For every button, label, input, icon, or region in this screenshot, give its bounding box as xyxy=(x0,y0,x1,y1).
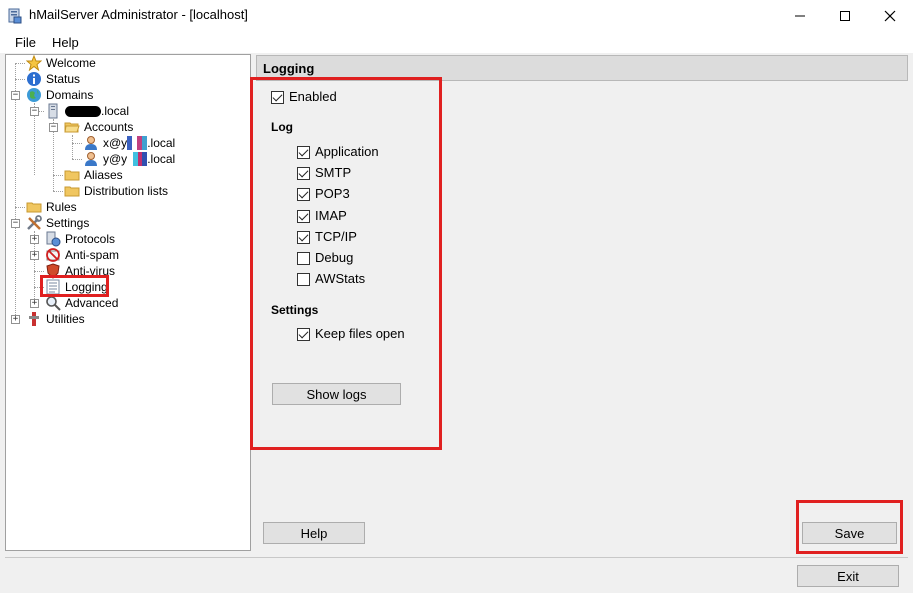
panel-title: Logging xyxy=(263,61,315,76)
toolbox-icon xyxy=(29,312,39,326)
tree-label-status: Status xyxy=(46,72,81,86)
account-y-prefix: y@y xyxy=(103,152,128,166)
tree-item-account-y[interactable]: y@y .local xyxy=(83,151,175,167)
minimize-button[interactable] xyxy=(777,0,823,31)
protocols-icon xyxy=(46,231,61,247)
tree-label-advanced: Advanced xyxy=(65,296,119,310)
expander-domain[interactable]: − xyxy=(30,107,39,116)
tree-label-welcome: Welcome xyxy=(46,56,96,70)
account-y-suffix: .local xyxy=(147,152,176,166)
window-title: hMailServer Administrator - [localhost] xyxy=(29,7,248,22)
close-icon xyxy=(884,10,896,21)
title-bar: hMailServer Administrator - [localhost] xyxy=(0,0,913,31)
maximize-button[interactable] xyxy=(822,0,868,31)
info-icon xyxy=(27,72,41,86)
expander-utilities[interactable]: + xyxy=(11,315,20,324)
tree-label-aliases: Aliases xyxy=(84,168,123,182)
redaction-mark xyxy=(127,152,148,166)
tree-item-welcome[interactable]: Welcome xyxy=(26,55,96,71)
highlight-logging-tree-item xyxy=(40,275,109,297)
open-folder-icon xyxy=(64,122,80,133)
tree-label-distribution-lists: Distribution lists xyxy=(84,184,169,198)
folder-icon xyxy=(26,202,42,213)
menu-bar: File Help xyxy=(0,31,913,53)
tree-item-utilities[interactable]: Utilities xyxy=(26,311,85,327)
star-icon xyxy=(26,55,42,71)
exit-button[interactable]: Exit xyxy=(797,565,899,587)
redaction-mark xyxy=(65,105,101,117)
tools-icon xyxy=(27,215,42,230)
menu-file[interactable]: File xyxy=(15,35,36,50)
tree-label-rules: Rules xyxy=(46,200,77,214)
divider xyxy=(5,557,908,558)
folder-icon xyxy=(64,170,80,181)
tree-label-domains: Domains xyxy=(46,88,94,102)
tree-label-protocols: Protocols xyxy=(65,232,116,246)
app-icon xyxy=(8,8,22,24)
user-icon xyxy=(85,136,97,150)
no-spam-icon xyxy=(46,248,60,262)
globe-icon xyxy=(27,88,41,102)
tree-item-domains[interactable]: Domains xyxy=(26,87,93,103)
menu-help[interactable]: Help xyxy=(52,35,79,50)
tree-label-domain: .local xyxy=(101,104,130,118)
tree-label-settings: Settings xyxy=(46,216,90,230)
account-x-suffix: .local xyxy=(147,136,176,150)
redaction-mark xyxy=(127,136,148,150)
server-icon xyxy=(48,103,58,119)
tree-item-account-x[interactable]: x@y .local xyxy=(83,135,175,151)
tree-label-accounts: Accounts xyxy=(84,120,134,134)
tree-item-anti-spam[interactable]: Anti-spam xyxy=(45,247,119,263)
tree-item-rules[interactable]: Rules xyxy=(26,199,77,215)
tree-label-utilities: Utilities xyxy=(46,312,85,326)
help-button[interactable]: Help xyxy=(263,522,365,544)
expander-accounts[interactable]: − xyxy=(49,123,58,132)
user-icon xyxy=(85,152,97,166)
expander-settings[interactable]: − xyxy=(11,219,20,228)
magnifier-icon xyxy=(46,296,61,311)
expander-protocols[interactable]: + xyxy=(30,235,39,244)
account-x-prefix: x@y xyxy=(103,136,128,150)
tree-item-advanced[interactable]: Advanced xyxy=(45,295,118,311)
navigation-tree[interactable]: Welcome Status − Domains − .local − Acco… xyxy=(5,54,251,551)
close-button[interactable] xyxy=(867,0,913,31)
highlight-logging-options xyxy=(250,77,442,450)
tree-item-aliases[interactable]: Aliases xyxy=(64,167,123,183)
maximize-icon xyxy=(840,10,850,21)
folder-icon xyxy=(64,186,80,197)
tree-item-distribution-lists[interactable]: Distribution lists xyxy=(64,183,168,199)
tree-item-accounts[interactable]: Accounts xyxy=(64,119,133,135)
tree-item-domain[interactable]: .local xyxy=(45,103,129,119)
tree-item-settings[interactable]: Settings xyxy=(26,215,89,231)
tree-item-status[interactable]: Status xyxy=(26,71,80,87)
tree-label-anti-spam: Anti-spam xyxy=(65,248,120,262)
expander-anti-spam[interactable]: + xyxy=(30,251,39,260)
tree-item-protocols[interactable]: Protocols xyxy=(45,231,115,247)
expander-domains[interactable]: − xyxy=(11,91,20,100)
minimize-icon xyxy=(795,15,805,16)
highlight-save-button xyxy=(796,500,903,554)
expander-advanced[interactable]: + xyxy=(30,299,39,308)
